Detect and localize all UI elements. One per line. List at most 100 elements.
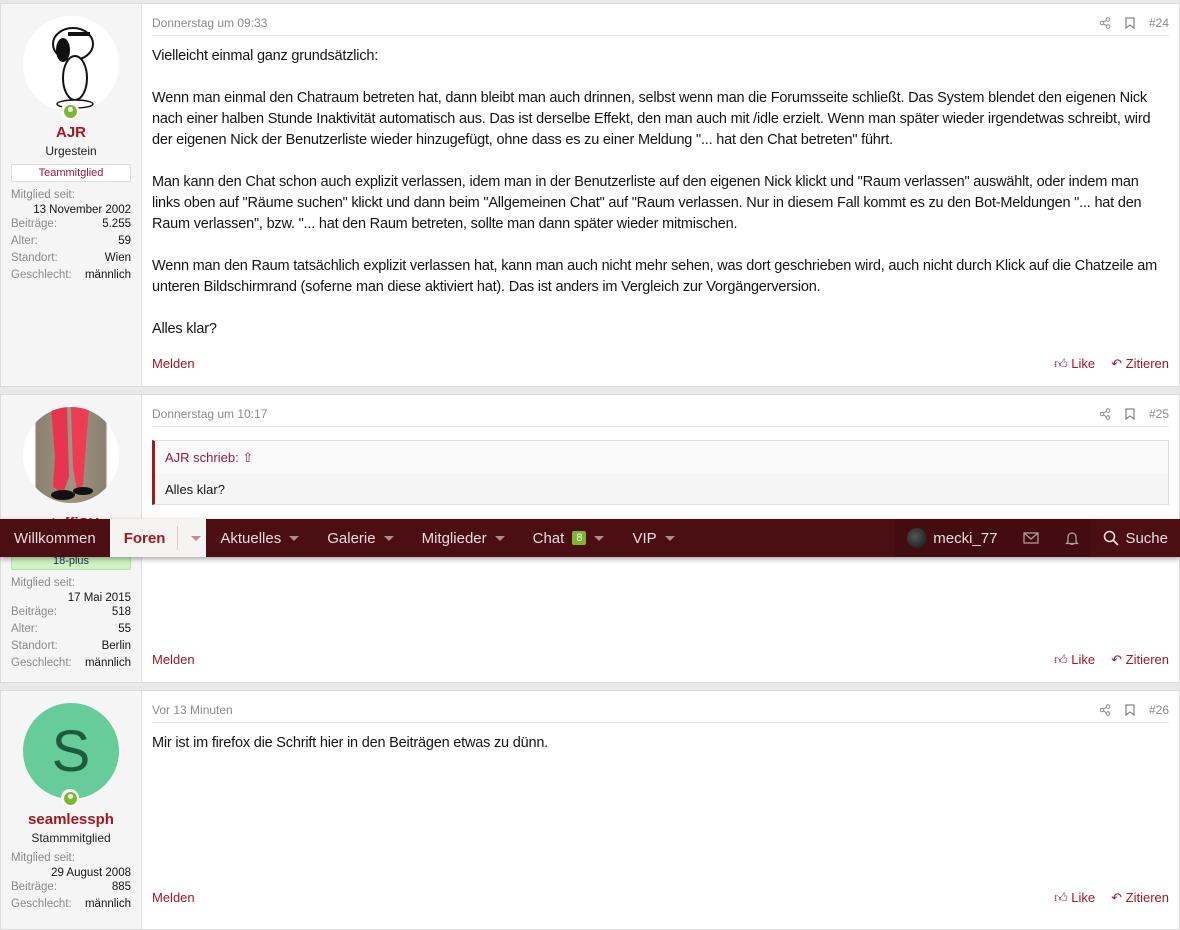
user-rank: Stammmitglied xyxy=(31,831,111,845)
user-rank: Urgestein xyxy=(45,144,97,158)
chevron-down-icon[interactable] xyxy=(383,535,394,541)
nav-label: Willkommen xyxy=(14,529,96,547)
avatar[interactable]: S xyxy=(23,703,119,807)
nav-foren[interactable]: Foren xyxy=(109,519,207,557)
nav-aktuelles[interactable]: Aktuelles xyxy=(206,519,313,557)
share-icon[interactable] xyxy=(1099,16,1111,29)
stat-gender: männlich xyxy=(84,269,131,281)
post-body: Vielleicht einmal ganz grundsätzlich: We… xyxy=(152,46,1169,340)
avatar-letter: S xyxy=(51,718,91,784)
like-button[interactable]: 👍︎ Like xyxy=(1054,356,1095,372)
stat-label: Mitglied seit: xyxy=(11,577,75,589)
post: S seamlessph Stammmitglied Mitglied seit… xyxy=(0,690,1180,930)
nav-galerie[interactable]: Galerie xyxy=(313,519,407,557)
like-label: Like xyxy=(1071,356,1096,371)
quote-label: Zitieren xyxy=(1125,356,1169,371)
stat-gender: männlich xyxy=(84,657,131,669)
user-info: S seamlessph Stammmitglied Mitglied seit… xyxy=(1,691,150,929)
like-button[interactable]: 👍︎ Like xyxy=(1054,890,1095,906)
share-icon[interactable] xyxy=(1099,703,1111,716)
paragraph: Wenn man einmal den Chatraum betreten ha… xyxy=(152,90,1151,148)
post: AJR Urgestein Teammitglied Mitglied seit… xyxy=(0,3,1180,387)
avatar[interactable] xyxy=(23,16,119,120)
bookmark-icon[interactable] xyxy=(1125,16,1135,29)
post-date[interactable]: Donnerstag um 09:33 xyxy=(152,16,267,30)
thumbs-up-icon: 👍︎ xyxy=(1054,356,1072,371)
stat-label: Mitglied seit: xyxy=(11,852,75,864)
bell-icon[interactable] xyxy=(1065,531,1080,546)
stat-joined: 17 Mai 2015 xyxy=(67,592,131,604)
stat-label: Beiträge: xyxy=(11,881,58,893)
username[interactable]: seamlessph xyxy=(11,811,131,828)
arrow-up-circle-icon[interactable]: ⇧ xyxy=(242,450,253,465)
nav-label: Foren xyxy=(123,529,166,547)
chevron-down-icon[interactable] xyxy=(594,535,605,541)
username[interactable]: AJR xyxy=(11,124,131,141)
chevron-down-icon[interactable] xyxy=(289,535,300,541)
avatar[interactable] xyxy=(23,407,119,503)
quote-button[interactable]: ↶ Zitieren xyxy=(1111,652,1169,668)
nav-mitglieder[interactable]: Mitglieder xyxy=(408,519,519,557)
chevron-down-icon[interactable] xyxy=(191,535,202,541)
nav-vip[interactable]: VIP xyxy=(618,519,688,557)
stat-label: Geschlecht: xyxy=(11,657,72,669)
paragraph: Wenn man den Raum tatsächlich explizit v… xyxy=(152,258,1158,295)
thumbs-up-icon: 👍︎ xyxy=(1054,890,1072,905)
nav-chat[interactable]: Chat 8 xyxy=(519,519,619,557)
user-stats: Mitglied seit: 13 November 2002 Beiträge… xyxy=(11,187,131,284)
bookmark-icon[interactable] xyxy=(1125,703,1135,716)
like-button[interactable]: 👍︎ Like xyxy=(1054,652,1095,668)
envelope-icon[interactable] xyxy=(1023,532,1040,544)
bookmark-icon[interactable] xyxy=(1125,407,1135,420)
user-stats: Mitglied seit: 17 Mai 2015 Beiträge: 518 … xyxy=(11,575,131,672)
search-label: Suche xyxy=(1125,529,1168,547)
stat-label: Beiträge: xyxy=(11,218,58,230)
quote-author[interactable]: AJR schrieb: xyxy=(165,450,239,465)
online-status-icon xyxy=(61,789,79,807)
main-navigation: Willkommen Foren Aktuelles Galerie Mitgl… xyxy=(0,519,1180,557)
stat-label: Geschlecht: xyxy=(11,269,72,281)
chevron-down-icon[interactable] xyxy=(494,535,505,541)
search-button[interactable]: Suche xyxy=(1091,519,1180,557)
report-link[interactable]: Melden xyxy=(152,890,195,906)
post-number[interactable]: #26 xyxy=(1149,703,1169,717)
quote-button[interactable]: ↶ Zitieren xyxy=(1111,356,1169,372)
report-link[interactable]: Melden xyxy=(152,652,195,668)
nav-label: Aktuelles xyxy=(220,529,282,547)
stat-label: Geschlecht: xyxy=(11,898,72,910)
report-link[interactable]: Melden xyxy=(152,356,195,372)
stat-label: Alter: xyxy=(11,235,38,247)
stat-label: Standort: xyxy=(11,252,58,264)
nav-label: Galerie xyxy=(327,529,376,547)
user-menu[interactable]: mecki_77 xyxy=(895,519,1092,557)
online-status-icon xyxy=(61,102,79,120)
nav-label: Chat xyxy=(532,529,565,547)
stat-joined: 29 August 2008 xyxy=(51,867,131,879)
post-date[interactable]: Donnerstag um 10:17 xyxy=(152,407,267,421)
quote-label: Zitieren xyxy=(1125,890,1169,905)
stat-label: Beiträge: xyxy=(11,606,58,618)
nav-willkommen[interactable]: Willkommen xyxy=(0,519,110,557)
post-number[interactable]: #25 xyxy=(1149,407,1169,421)
stat-label: Standort: xyxy=(11,640,58,652)
chevron-down-icon[interactable] xyxy=(664,535,675,541)
stat-posts: 5.255 xyxy=(102,218,131,230)
nav-label: Mitglieder xyxy=(421,529,487,547)
quote-button[interactable]: ↶ Zitieren xyxy=(1111,890,1169,906)
quote-block: AJR schrieb: ⇧ Alles klar? xyxy=(152,440,1169,505)
stat-location: Berlin xyxy=(101,640,131,652)
stat-label: Alter: xyxy=(11,623,38,635)
like-label: Like xyxy=(1071,890,1096,905)
user-banner: Teammitglied xyxy=(11,164,131,182)
paragraph: Alles klar? xyxy=(152,321,217,337)
chat-count-badge: 8 xyxy=(572,531,587,545)
reply-icon: ↶ xyxy=(1111,652,1126,667)
stat-joined: 13 November 2002 xyxy=(33,204,131,216)
stat-age: 55 xyxy=(118,623,131,635)
post-date[interactable]: Vor 13 Minuten xyxy=(152,703,233,717)
post-number[interactable]: #24 xyxy=(1149,16,1169,30)
nav-label: VIP xyxy=(632,529,657,547)
paragraph: Man kann den Chat schon auch explizit ve… xyxy=(152,174,1142,232)
share-icon[interactable] xyxy=(1099,407,1111,420)
reply-icon: ↶ xyxy=(1111,890,1126,905)
